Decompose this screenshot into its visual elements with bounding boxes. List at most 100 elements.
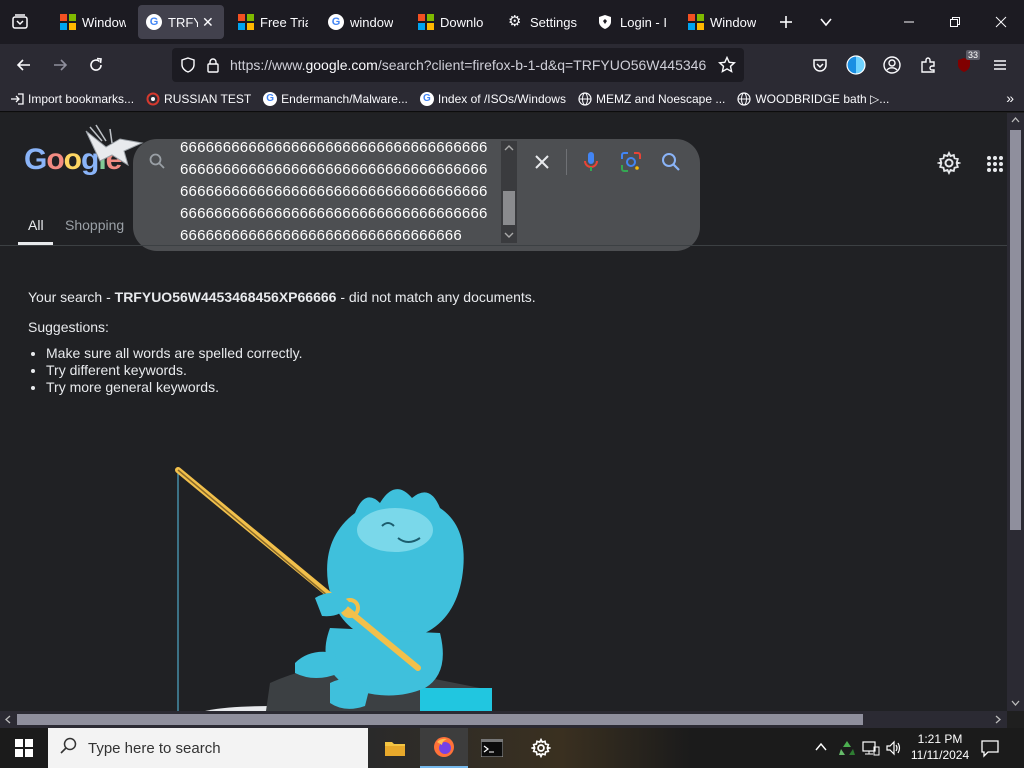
notification-center-icon[interactable]	[980, 738, 1000, 763]
pocket-icon[interactable]	[802, 49, 838, 81]
bookmark-endermanch[interactable]: G Endermanch/Malware...	[263, 91, 408, 106]
tab-free-trial[interactable]: Free Trial	[230, 5, 316, 39]
tab-shopping[interactable]: Shopping	[65, 217, 124, 233]
bookmark-russian-test[interactable]: RUSSIAN TEST	[146, 92, 251, 106]
import-icon	[10, 92, 24, 106]
recycle-tray-icon[interactable]	[838, 739, 856, 762]
search-icon	[149, 153, 165, 174]
url-text[interactable]: https://www.google.com/search?client=fir…	[230, 57, 706, 73]
bookmark-index-isos[interactable]: G Index of /ISOs/Windows	[419, 91, 566, 106]
clear-search-icon[interactable]	[533, 153, 551, 176]
more-bookmarks-icon[interactable]: »	[1006, 90, 1014, 106]
list-item: Try more general keywords.	[46, 379, 536, 396]
bookmark-memz[interactable]: MEMZ and Noescape ...	[578, 92, 725, 106]
extension-blue-icon[interactable]	[838, 49, 874, 81]
file-explorer-icon[interactable]	[371, 728, 419, 768]
restore-button[interactable]	[932, 0, 978, 44]
account-icon[interactable]	[874, 49, 910, 81]
list-item: Make sure all words are spelled correctl…	[46, 345, 536, 362]
google-logo[interactable]: Google	[24, 124, 144, 177]
tab-windows-google[interactable]: G window	[320, 5, 406, 39]
chevron-down-icon[interactable]	[806, 0, 846, 44]
suggestions-list: Make sure all words are spelled correctl…	[46, 345, 536, 396]
terminal-icon[interactable]	[468, 728, 516, 768]
clock-time: 1:21 PM	[917, 732, 963, 746]
google-icon: G	[146, 14, 162, 30]
network-icon[interactable]	[862, 739, 880, 762]
google-icon: G	[328, 14, 344, 30]
close-window-button[interactable]	[978, 0, 1024, 44]
search-icon	[60, 737, 78, 759]
tab-label: window	[350, 14, 394, 30]
horizontal-scrollbar[interactable]	[0, 711, 1007, 728]
new-tab-button[interactable]	[766, 0, 806, 44]
tab-windows-2[interactable]: Window	[680, 5, 766, 39]
taskbar-clock[interactable]: 1:21 PM 11/11/2024	[908, 731, 972, 763]
lock-icon[interactable]	[206, 57, 220, 73]
clock-date: 11/11/2024	[910, 748, 970, 762]
firefox-taskbar-icon[interactable]	[420, 728, 468, 768]
bookmark-label: Import bookmarks...	[28, 91, 135, 106]
tab-settings[interactable]: ⚙ Settings	[500, 5, 586, 39]
search-icon	[146, 92, 160, 106]
reload-button[interactable]	[78, 49, 114, 81]
chevron-up-icon[interactable]	[814, 740, 828, 759]
microphone-icon[interactable]	[583, 151, 599, 178]
address-bar[interactable]: https://www.google.com/search?client=fir…	[172, 48, 744, 82]
tab-label: Login - I	[620, 14, 667, 30]
microsoft-icon	[418, 14, 434, 30]
microsoft-icon	[238, 14, 254, 30]
list-item: Try different keywords.	[46, 362, 536, 379]
tab-label: Window	[82, 14, 126, 30]
apps-grid-icon[interactable]	[986, 155, 1004, 178]
microsoft-icon	[688, 14, 704, 30]
back-button[interactable]	[6, 49, 42, 81]
search-box[interactable]: 6666666666666666666666666666666666666666…	[133, 139, 700, 251]
no-results-message: Your search - TRFYUO56W4453468456XP66666…	[28, 289, 536, 396]
microsoft-icon	[60, 14, 76, 30]
search-input-scrollbar[interactable]	[501, 141, 517, 243]
lens-camera-icon[interactable]	[620, 151, 642, 178]
shield-icon[interactable]	[180, 57, 196, 73]
bookmark-import[interactable]: Import bookmarks...	[10, 92, 134, 106]
list-all-tabs-icon[interactable]	[0, 0, 40, 44]
windows-taskbar: Type here to search 1:21 PM 11/11/2024	[0, 728, 1024, 768]
hamburger-menu-icon[interactable]	[982, 49, 1018, 81]
search-query: TRFYUO56W4453468456XP66666	[114, 289, 337, 305]
gear-icon: ⚙	[508, 13, 522, 30]
settings-taskbar-icon[interactable]	[517, 728, 565, 768]
taskbar-search-box[interactable]: Type here to search	[48, 728, 368, 768]
tab-login[interactable]: Login - I	[590, 5, 676, 39]
ublock-icon[interactable]: 33	[946, 49, 982, 81]
forward-button[interactable]	[42, 49, 78, 81]
suggestions-title: Suggestions:	[28, 319, 109, 335]
bookmark-label: RUSSIAN TEST	[164, 91, 252, 106]
windows-start-icon[interactable]	[0, 728, 48, 768]
tab-google-search[interactable]: G TRFYU ✕	[138, 5, 224, 39]
tab-windows-1[interactable]: Window	[52, 5, 134, 39]
tab-download[interactable]: Downlo	[410, 5, 496, 39]
globe-icon	[578, 91, 592, 106]
bookmark-woodbridge[interactable]: WOODBRIDGE bath ▷...	[737, 92, 889, 106]
tab-label: Window	[710, 14, 757, 30]
search-input[interactable]: 6666666666666666666666666666666666666666…	[180, 137, 495, 245]
settings-gear-icon[interactable]	[936, 150, 962, 180]
google-search-icon[interactable]	[661, 152, 681, 177]
tab-label: TRFYU	[168, 14, 198, 30]
bookmarks-toolbar: Import bookmarks... RUSSIAN TEST G Ender…	[0, 86, 1024, 112]
vertical-scrollbar[interactable]	[1007, 113, 1024, 711]
close-tab-icon[interactable]: ✕	[202, 14, 214, 31]
extension-badge: 33	[966, 50, 981, 60]
divider	[566, 149, 567, 175]
extensions-puzzle-icon[interactable]	[910, 49, 946, 81]
volume-icon[interactable]	[885, 739, 903, 762]
bookmark-star-icon[interactable]	[718, 56, 736, 74]
tab-label: Downlo	[440, 14, 484, 30]
tab-all[interactable]: All	[28, 217, 44, 233]
bookmark-label: Index of /ISOs/Windows	[437, 91, 566, 106]
globe-icon	[737, 91, 751, 106]
bookmark-label: Endermanch/Malware...	[281, 91, 408, 106]
google-icon: G	[263, 91, 278, 106]
no-match-text: Your search - TRFYUO56W4453468456XP66666…	[28, 289, 536, 305]
minimize-button[interactable]	[886, 0, 932, 44]
